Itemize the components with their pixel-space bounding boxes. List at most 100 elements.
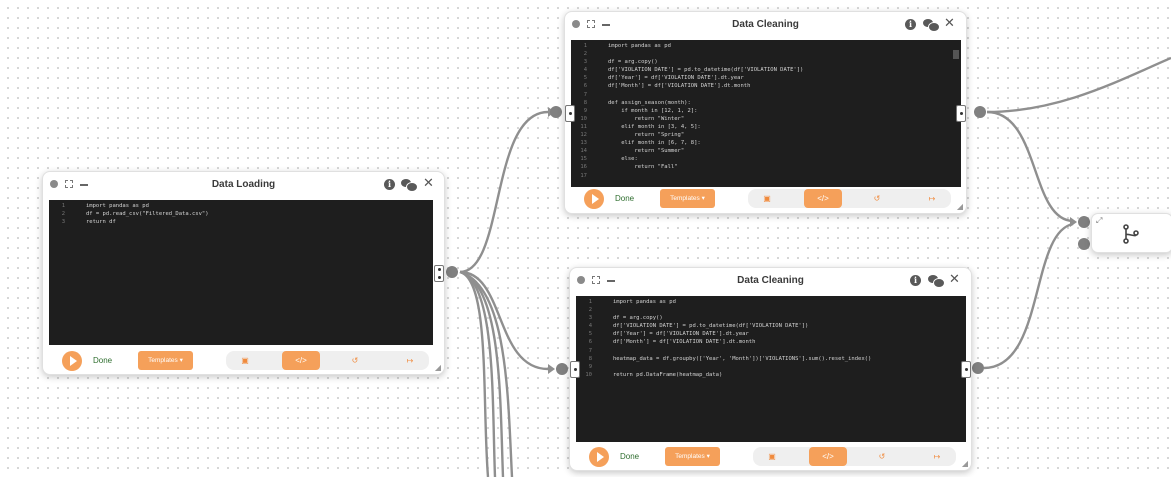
undo-icon[interactable]: ↺	[863, 447, 901, 466]
node-data-cleaning-1[interactable]: Data Cleaning i ✕ 1 import pandas as pd 2 3…	[564, 11, 967, 214]
run-button[interactable]	[62, 351, 82, 371]
node-titlebar[interactable]: Data Loading i ✕	[43, 172, 444, 198]
input-port[interactable]	[565, 105, 575, 122]
resize-handle-icon[interactable]: ◢	[962, 460, 968, 468]
code-line[interactable]: 7	[571, 91, 961, 99]
code-line[interactable]: 13 elif month in [6, 7, 8]:	[571, 139, 961, 147]
line-number: 4	[583, 67, 587, 74]
code-text: return "Summer"	[608, 148, 685, 155]
templates-button[interactable]: Templates ▾	[138, 351, 193, 370]
toolbox-icon[interactable]: ▣	[748, 189, 786, 208]
code-line[interactable]: 5 df['Year'] = df['VIOLATION DATE'].dt.ye…	[571, 74, 961, 82]
expand-icon[interactable]: ⤢	[1096, 216, 1102, 226]
code-line[interactable]: 14 return "Summer"	[571, 147, 961, 155]
templates-button[interactable]: Templates ▾	[665, 447, 720, 466]
info-icon[interactable]: i	[910, 275, 921, 286]
line-number: 3	[588, 315, 592, 322]
code-line[interactable]: 1 import pandas as pd	[571, 42, 961, 50]
code-line[interactable]: 2	[576, 306, 966, 314]
code-line[interactable]: 7	[576, 347, 966, 355]
code-line[interactable]: 4 df['VIOLATION DATE'] = pd.to_datetime(d…	[571, 66, 961, 74]
code-line[interactable]: 2	[571, 50, 961, 58]
line-number: 1	[588, 299, 592, 305]
toolbox-icon[interactable]: ▣	[226, 351, 264, 370]
node-titlebar[interactable]: Data Cleaning i ✕	[570, 268, 971, 294]
node-titlebar[interactable]: Data Cleaning i ✕	[565, 12, 966, 38]
code-icon[interactable]: </>	[282, 351, 320, 370]
code-line[interactable]: 8 heatmap_data = df.groupby(['Year', 'Mon…	[576, 355, 966, 363]
port-dot-cleaning2-in[interactable]	[556, 363, 568, 375]
code-line[interactable]: 16 return "Fall"	[571, 163, 961, 171]
wire-cleaning1-to-merge[interactable]	[986, 110, 1074, 223]
node-merge[interactable]	[1091, 213, 1171, 253]
code-line[interactable]: 3 df = arg.copy()	[571, 58, 961, 66]
code-editor[interactable]: 1 import pandas as pd 2 df = pd.read_csv("F…	[49, 200, 433, 345]
code-line[interactable]: 2 df = pd.read_csv("Filtered_Data.csv")	[49, 210, 433, 218]
wire-cleaning1-out-top[interactable]	[986, 56, 1171, 114]
code-text: elif month in [6, 7, 8]:	[608, 140, 701, 147]
node-data-cleaning-2[interactable]: Data Cleaning i ✕ 1 import pandas as pd 2 3…	[569, 267, 972, 471]
code-line[interactable]: 8 def assign_season(month):	[571, 99, 961, 107]
code-line[interactable]: 17	[571, 172, 961, 180]
wire-loading-down-1[interactable]	[459, 270, 490, 477]
code-line[interactable]: 12 return "Spring"	[571, 131, 961, 139]
export-icon[interactable]: ↦	[391, 351, 429, 370]
chat-icon[interactable]	[923, 19, 940, 32]
output-port[interactable]	[961, 361, 971, 378]
code-text: df['Month'] = df['VIOLATION DATE'].dt.mo…	[613, 339, 756, 346]
code-icon[interactable]: </>	[809, 447, 847, 466]
code-line[interactable]: 1 import pandas as pd	[49, 202, 433, 210]
wire-loading-to-cleaning1[interactable]	[459, 110, 549, 274]
chat-icon[interactable]	[401, 179, 418, 192]
code-line[interactable]: 3 df = arg.copy()	[576, 314, 966, 322]
undo-icon[interactable]: ↺	[858, 189, 896, 208]
code-line[interactable]: 11 elif month in [3, 4, 5]:	[571, 123, 961, 131]
code-line[interactable]: 5 df['Year'] = df['VIOLATION DATE'].dt.ye…	[576, 330, 966, 338]
port-dot-cleaning1-out[interactable]	[974, 106, 986, 118]
code-editor[interactable]: 1 import pandas as pd 2 3 df = arg.copy() 4 df…	[571, 40, 961, 187]
code-line[interactable]: 10 return "Winter"	[571, 115, 961, 123]
code-line[interactable]: 4 df['VIOLATION DATE'] = pd.to_datetime(d…	[576, 322, 966, 330]
code-line[interactable]: 3 return df	[49, 218, 433, 226]
info-icon[interactable]: i	[905, 19, 916, 30]
code-text: elif month in [3, 4, 5]:	[608, 123, 701, 130]
code-line[interactable]: 15 else:	[571, 155, 961, 163]
export-icon[interactable]: ↦	[918, 447, 956, 466]
resize-handle-icon[interactable]: ◢	[435, 364, 441, 372]
code-line[interactable]: 1 import pandas as pd	[576, 298, 966, 306]
code-line[interactable]: 6 df['Month'] = df['VIOLATION DATE'].dt.m…	[576, 338, 966, 346]
code-icon[interactable]: </>	[804, 189, 842, 208]
close-icon[interactable]: ✕	[949, 272, 960, 286]
chat-icon[interactable]	[928, 275, 945, 288]
close-icon[interactable]: ✕	[423, 176, 434, 190]
undo-icon[interactable]: ↺	[336, 351, 374, 370]
node-data-loading[interactable]: Data Loading i ✕ 1 import pandas as pd 2 df…	[42, 171, 445, 375]
info-icon[interactable]: i	[384, 179, 395, 190]
code-line[interactable]: 9	[576, 363, 966, 371]
code-line[interactable]: 9 if month in [12, 1, 2]:	[571, 107, 961, 115]
port-dot-loading-out[interactable]	[446, 266, 458, 278]
code-text: import pandas as pd	[86, 203, 149, 209]
code-text: df['Month'] = df['VIOLATION DATE'].dt.mo…	[608, 83, 751, 90]
code-text: return df	[86, 219, 116, 226]
export-icon[interactable]: ↦	[913, 189, 951, 208]
run-button[interactable]	[589, 447, 609, 467]
code-text: return "Winter"	[608, 115, 685, 122]
port-dot-merge-in-1[interactable]	[1078, 216, 1090, 228]
run-button[interactable]	[584, 189, 604, 209]
port-dot-cleaning2-out[interactable]	[972, 362, 984, 374]
input-port[interactable]	[570, 361, 580, 378]
line-number: 17	[580, 172, 587, 179]
output-port[interactable]	[956, 105, 966, 122]
toolbox-icon[interactable]: ▣	[753, 447, 791, 466]
code-line[interactable]: 6 df['Month'] = df['VIOLATION DATE'].dt.m…	[571, 82, 961, 90]
wire-cleaning2-to-merge[interactable]	[983, 222, 1074, 370]
output-port[interactable]	[434, 265, 444, 282]
code-editor[interactable]: 1 import pandas as pd 2 3 df = arg.copy() 4 df…	[576, 296, 966, 442]
resize-handle-icon[interactable]: ◢	[957, 203, 963, 211]
port-dot-merge-in-2[interactable]	[1078, 238, 1090, 250]
templates-button[interactable]: Templates ▾	[660, 189, 715, 208]
code-line[interactable]: 10 return pd.DataFrame(heatmap_data)	[576, 371, 966, 379]
port-dot-cleaning1-in[interactable]	[550, 106, 562, 118]
close-icon[interactable]: ✕	[944, 16, 955, 30]
